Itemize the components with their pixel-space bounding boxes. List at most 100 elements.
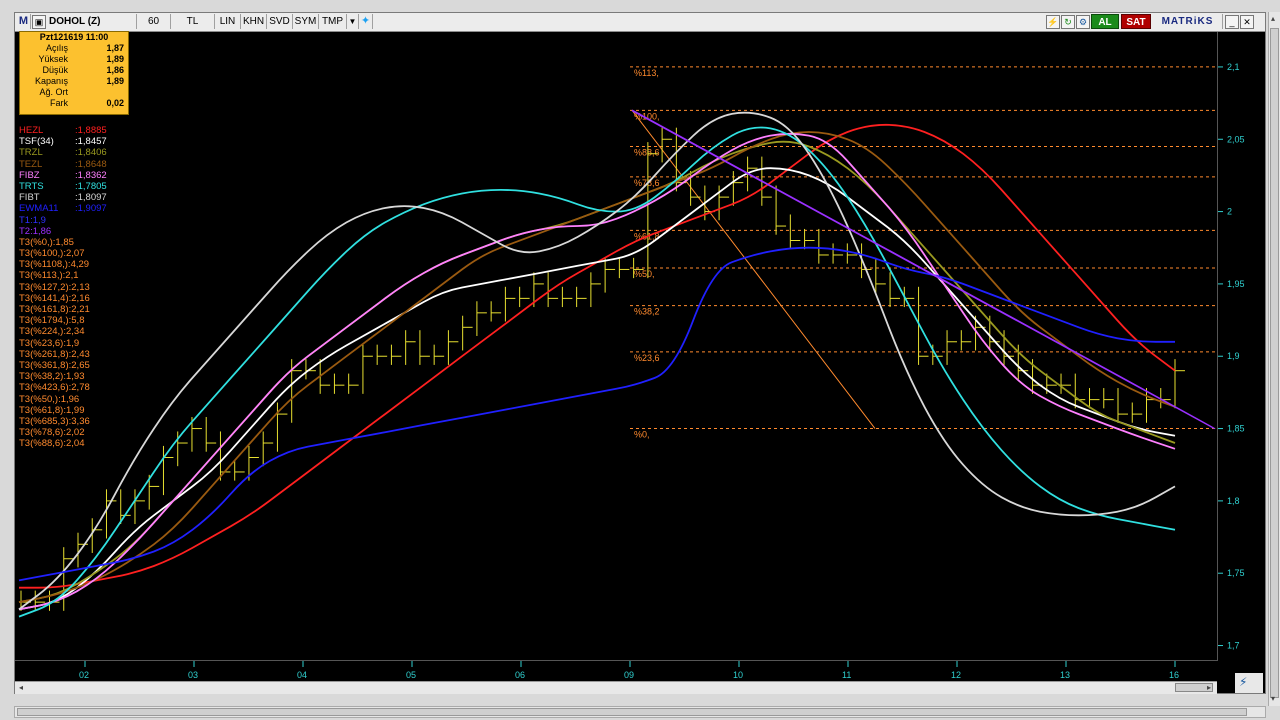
info-label: Fark xyxy=(50,98,68,108)
scroll-right-icon[interactable]: ▸ xyxy=(1207,683,1211,692)
info-label: Ağ. Ort xyxy=(39,87,68,97)
info-label: Yüksek xyxy=(38,54,68,64)
refresh-icon[interactable]: ↻ xyxy=(1061,15,1075,29)
period-selector[interactable]: 60 xyxy=(137,14,171,29)
x-tick-label: 03 xyxy=(188,670,198,680)
legend-value: :1,8885 xyxy=(75,125,107,136)
window-vscroll-thumb[interactable] xyxy=(1270,28,1279,698)
tmp-button[interactable]: TMP xyxy=(319,14,347,29)
currency-selector[interactable]: TL xyxy=(171,14,215,29)
sell-button[interactable]: SAT xyxy=(1121,14,1151,29)
indicator-line-trts xyxy=(18,126,1176,618)
dropdown-arrow-icon[interactable]: ▼ xyxy=(347,14,359,29)
legend-item[interactable]: FIBZ:1,8362 xyxy=(19,169,107,181)
indicator-line-fibz xyxy=(18,132,1176,611)
settings-icon[interactable]: ⚙ xyxy=(1076,15,1090,29)
price-chart[interactable]: 2,12,0521,951,91,851,81,751,7%113,%100,%… xyxy=(15,32,1265,661)
legend-t3-level: T3(%38,2):1,93 xyxy=(19,371,85,383)
indicator-line-tezl xyxy=(18,131,1176,603)
legend-name: TEZL xyxy=(19,158,43,170)
info-row: Ağ. Ort xyxy=(20,87,128,98)
legend-item[interactable]: TRZL :1,8406 xyxy=(19,147,107,159)
legend-value: :1,8406 xyxy=(75,147,107,159)
fib-level-label: %23,6 xyxy=(634,353,660,363)
legend-t3-level: T3(%100,):2,07 xyxy=(19,248,85,260)
legend-value: :1,8648 xyxy=(75,158,107,170)
info-label: Düşük xyxy=(42,65,68,75)
legend-t3-level: T3(%685,3):3,36 xyxy=(19,415,90,427)
indicator-line-t2-1-86 xyxy=(631,109,1216,430)
x-tick-label: 06 xyxy=(515,670,525,680)
info-row: Fark 0,02 xyxy=(20,98,128,109)
legend-name: FIBZ xyxy=(19,169,40,181)
legend-name: TRTS xyxy=(19,180,44,192)
fib-level-label: %0, xyxy=(634,430,650,440)
legend-name: T2:1,86 xyxy=(19,225,52,237)
indicator-line-fibt xyxy=(18,111,1176,611)
lin-button[interactable]: LIN xyxy=(215,14,241,29)
chart-horizontal-scrollbar[interactable]: ◂ ▸ xyxy=(15,681,1217,694)
legend-item[interactable]: HEZL:1,8885 xyxy=(19,125,107,136)
legend-item[interactable]: TRTS :1,7805 xyxy=(19,180,107,192)
scroll-left-icon[interactable]: ◂ xyxy=(19,683,23,692)
scroll-down-icon[interactable]: ▾ xyxy=(1271,694,1275,703)
legend-t3-level: T3(%0,):1,85 xyxy=(19,236,74,248)
info-row: Kapanış 1,89 xyxy=(20,76,128,87)
window-horizontal-scrollbar[interactable] xyxy=(14,706,1266,718)
fib-level-label: %50, xyxy=(634,269,655,279)
x-tick-label: 04 xyxy=(297,670,307,680)
y-axis xyxy=(1217,32,1266,661)
legend-t3-level: T3(%23,6):1,9 xyxy=(19,337,80,349)
legend-t3-level: T3(%141,4):2,16 xyxy=(19,292,90,304)
lightning-icon[interactable]: ⚡ xyxy=(1046,15,1060,29)
legend-name: FIBT xyxy=(19,192,40,204)
x-tick-label: 11 xyxy=(842,670,851,680)
brand-label: MATRiKS xyxy=(1153,14,1223,29)
legend-t3-level: T3(%423,6):2,78 xyxy=(19,382,90,394)
window-vertical-scrollbar[interactable]: ▴ ▾ xyxy=(1268,12,1280,706)
zoom-tool-icon[interactable]: ⚡ xyxy=(1239,675,1247,689)
info-label: Kapanış xyxy=(34,76,68,86)
x-tick-label: 10 xyxy=(733,670,743,680)
indicator-line-ewma11 xyxy=(18,246,1175,582)
buy-button[interactable]: AL xyxy=(1091,14,1119,29)
indicator-legend: HEZL:1,8885 TSF(34):1,8457 TRZL:1,8406 TEZL… xyxy=(19,125,107,450)
legend-name: TSF(34) xyxy=(19,136,54,148)
close-icon[interactable]: ✕ xyxy=(1240,15,1254,29)
legend-t3-level: T3(%78,6):2,02 xyxy=(19,427,85,439)
matriks-logo-icon: M xyxy=(17,14,31,29)
legend-item[interactable]: EWMA11:1,9097 xyxy=(19,203,107,214)
window-scroll-thumb[interactable] xyxy=(17,708,1247,716)
x-tick-label: 02 xyxy=(79,670,89,680)
info-value: 1,87 xyxy=(106,43,124,53)
scroll-up-icon[interactable]: ▴ xyxy=(1271,14,1275,23)
legend-t3-level: T3(%113,):2,1 xyxy=(19,270,79,282)
legend-name: TRZL xyxy=(19,147,43,159)
info-value: 1,89 xyxy=(106,54,124,64)
legend-item[interactable]: T1:1,9 xyxy=(19,215,90,226)
x-tick-label: 16 xyxy=(1169,670,1179,680)
symbol-field[interactable]: DOHOL (Z) xyxy=(47,14,137,29)
info-value: 0,02 xyxy=(106,98,124,108)
legend-t3-level: T3(%261,8):2,43 xyxy=(19,348,90,360)
fib-level-label: %113, xyxy=(634,68,659,78)
sym-button[interactable]: SYM xyxy=(293,14,319,29)
chart-corner-tools: ⚡ xyxy=(1235,673,1263,693)
legend-t3-level: T3(%61,8):1,99 xyxy=(19,404,85,416)
legend-item[interactable]: FIBT:1,8097 xyxy=(19,192,107,204)
legend-value: :1,7805 xyxy=(75,180,107,192)
svd-button[interactable]: SVD xyxy=(267,14,293,29)
legend-t3-level: T3(%88,6):2,04 xyxy=(19,438,85,450)
khn-button[interactable]: KHN xyxy=(241,14,267,29)
legend-item[interactable]: T2:1,86 xyxy=(19,226,90,237)
legend-t3-level: T3(%361,8):2,65 xyxy=(19,359,90,371)
symbol-search-icon[interactable]: ▣ xyxy=(32,15,46,29)
twitter-icon[interactable]: ✦ xyxy=(359,14,373,29)
minimize-icon[interactable]: _ xyxy=(1225,15,1239,29)
info-value: 1,86 xyxy=(106,65,124,75)
legend-item[interactable]: TSF(34):1,8457 xyxy=(19,136,107,148)
indicator-line-hezl xyxy=(19,123,1176,589)
legend-item[interactable]: TEZL :1,8648 xyxy=(19,158,107,170)
chart-window: M ▣ DOHOL (Z) 60 TL LIN KHN SVD SYM TMP … xyxy=(14,12,1266,694)
info-row: Düşük 1,86 xyxy=(20,65,128,76)
